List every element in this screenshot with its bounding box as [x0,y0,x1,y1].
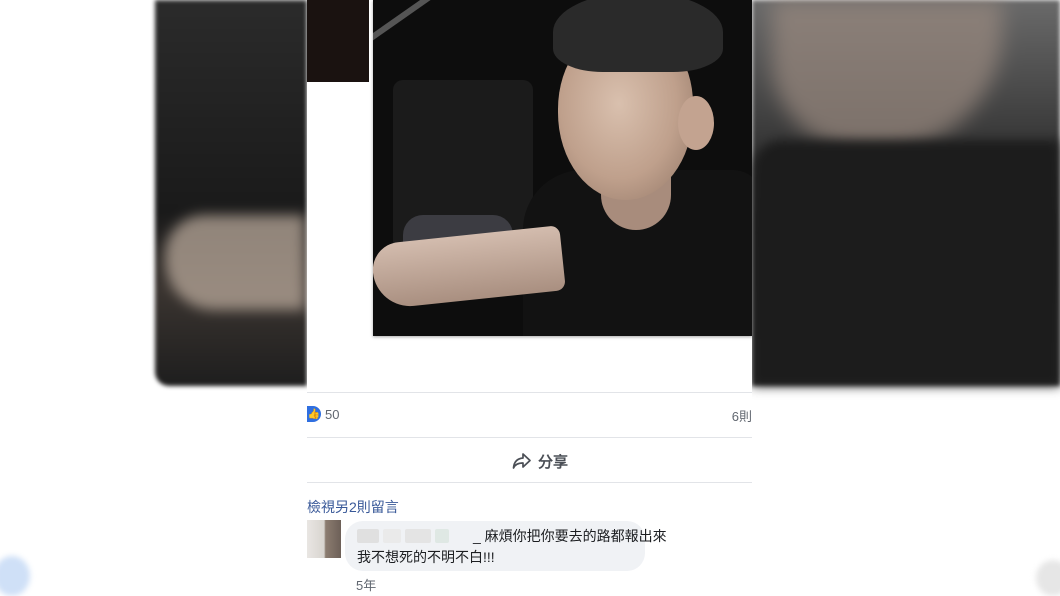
share-label: 分享 [538,453,569,471]
comment-bubble: _ 麻煩你把你要去的路都報出來 我不想死的不明不白!!! [345,521,667,571]
like-icon: 👍 [307,406,321,422]
comment-text-line-2: 我不想死的不明不白!!! [357,549,495,565]
like-count: 50 [325,406,340,422]
divider [307,437,752,438]
blurred-face [772,0,1002,150]
facebook-post: 👍 50 6則 分享 檢視另2則留言 _ 麻煩你把你要去的路都報出來 我不想死的… [307,0,752,596]
blurred-background-left [155,0,307,386]
divider [307,392,752,393]
blurred-corner-decoration [1036,560,1060,596]
redaction-block [405,529,431,543]
hair [553,0,723,72]
comments-count[interactable]: 6則 [732,406,752,425]
share-arrow-icon [512,452,532,470]
ear [678,96,714,150]
redaction-block [435,529,449,543]
divider [307,482,752,483]
comment-timestamp[interactable]: 5年 [356,575,376,594]
reactions-summary[interactable]: 👍 50 [307,402,339,426]
post-photo[interactable] [373,0,752,336]
blurred-corner-decoration [0,556,30,596]
blurred-arm [165,215,305,310]
redaction-block [383,529,401,543]
view-more-comments-link[interactable]: 檢視另2則留言 [307,497,399,517]
share-button[interactable]: 分享 [512,449,568,473]
comment-text-line-1: _ 麻煩你把你要去的路都報出來 [473,528,667,544]
photo-thumbnail[interactable] [307,0,369,82]
redaction-block [357,529,379,543]
blurred-shirt [752,140,1060,386]
seat-belt [373,0,531,45]
commenter-avatar[interactable] [307,520,341,558]
blurred-background-right [752,0,1060,386]
commenter-name-redacted[interactable] [357,529,477,543]
